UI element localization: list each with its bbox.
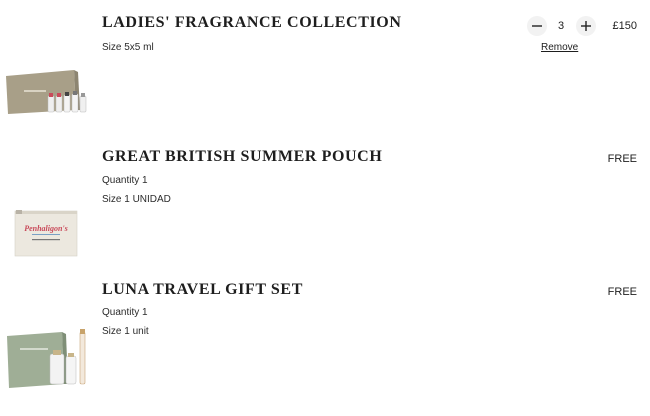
cart-item-summer-pouch: Penhaligon's GREAT BRITISH SUMMER POUCH …: [0, 130, 650, 270]
svg-text:Penhaligon's: Penhaligon's: [24, 224, 68, 233]
item-price: FREE: [607, 286, 637, 298]
cart-item-ladies-fragrance: LADIES' FRAGRANCE COLLECTION Size 5x5 ml…: [0, 0, 650, 130]
item-quantity: Quantity 1: [102, 175, 148, 186]
remove-link[interactable]: Remove: [541, 42, 578, 53]
fragrance-collection-box-image[interactable]: [4, 66, 94, 123]
item-size: Size 1 UNIDAD: [102, 194, 171, 205]
increase-quantity-button[interactable]: [576, 16, 596, 36]
summer-pouch-image[interactable]: Penhaligon's: [14, 208, 78, 263]
item-title[interactable]: LADIES' FRAGRANCE COLLECTION: [102, 14, 402, 32]
cart-item-luna-gift-set: LUNA TRAVEL GIFT SET Quantity 1 Size 1 u…: [0, 270, 650, 416]
item-size: Size 1 unit: [102, 326, 149, 337]
gift-set-box-image[interactable]: [6, 326, 92, 395]
minus-icon: [532, 25, 542, 27]
plus-icon: [581, 21, 591, 31]
item-size: Size 5x5 ml: [102, 42, 154, 53]
item-title[interactable]: LUNA TRAVEL GIFT SET: [102, 281, 303, 299]
item-price: FREE: [607, 153, 637, 165]
item-title[interactable]: GREAT BRITISH SUMMER POUCH: [102, 148, 382, 166]
item-price: £150: [612, 20, 637, 32]
decrease-quantity-button[interactable]: [527, 16, 547, 36]
item-quantity: Quantity 1: [102, 307, 148, 318]
quantity-value: 3: [557, 20, 565, 32]
